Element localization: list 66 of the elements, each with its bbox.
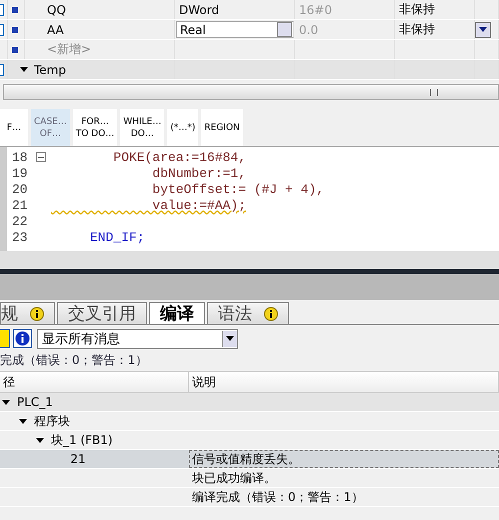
panel-tab[interactable]: 规 [0, 302, 55, 324]
retain-cell: 非保持 [399, 21, 435, 38]
list-icon[interactable] [277, 22, 292, 37]
snippet-button[interactable]: F… [0, 109, 28, 146]
code-line: END_IF; [89, 230, 145, 244]
message-row[interactable]: PLC_1 [0, 393, 499, 412]
path-text: 程序块 [34, 412, 70, 430]
section-name: Temp [34, 62, 66, 76]
message-row[interactable]: 编译完成（错误：0；警告：1） [0, 488, 499, 507]
line-number: 20 [11, 182, 29, 196]
snippet-button[interactable]: CASE… OF… [31, 109, 70, 146]
variable-name: AA [47, 22, 64, 36]
line-number: 22 [11, 214, 29, 228]
info-icon [30, 306, 44, 320]
expand-icon[interactable] [20, 67, 28, 72]
checkbox-icon[interactable] [0, 24, 4, 36]
info-filter-button[interactable] [13, 329, 32, 348]
snippet-button[interactable]: REGION [201, 109, 243, 146]
code-editor[interactable]: 18 POKE(area:=16#84, 19 dbNumber:=1, 20 byteOffset:= (#J + 4), 21 value:=#AA); 22 23 END_IF; [0, 147, 499, 251]
path-text: 块_1 (FB1) [51, 432, 113, 448]
info-icon [264, 306, 278, 320]
default-value: 0.0 [299, 22, 318, 36]
retain-cell: 非保持 [399, 1, 435, 18]
checkbox-icon[interactable] [0, 4, 4, 16]
code-line: value:=#AA); [151, 198, 246, 212]
line-number: 23 [11, 230, 29, 244]
path-text: 21 [69, 452, 87, 466]
panel-tab[interactable]: 交叉引用 [57, 302, 147, 324]
default-value: 16#0 [299, 2, 332, 16]
expand-icon[interactable] [19, 418, 27, 424]
panel-tab[interactable]: 编译 [149, 302, 205, 324]
message-filter-dropdown[interactable]: 显示所有消息 [37, 328, 238, 348]
type-cell: DWord [179, 2, 220, 16]
checkbox-icon[interactable] [0, 64, 4, 76]
line-number: 21 [11, 198, 29, 212]
line-number: 18 [11, 150, 29, 164]
message-text: 编译完成（错误：0；警告：1） [192, 488, 364, 506]
fold-icon[interactable] [36, 152, 46, 162]
compile-summary: 完成（错误：0；警告：1） [0, 352, 148, 369]
dropdown-button[interactable] [475, 22, 491, 38]
panel-tab[interactable]: 语法 [207, 302, 289, 324]
code-line: dbNumber:=1, [151, 166, 246, 180]
message-row[interactable]: 块已成功编译。 [0, 469, 499, 488]
message-row[interactable]: 程序块 [0, 412, 499, 431]
column-header[interactable]: 径 [0, 372, 189, 392]
path-text: PLC_1 [17, 395, 53, 409]
snippet-button[interactable]: (*…*) [167, 109, 198, 146]
expand-icon[interactable] [36, 438, 44, 442]
variable-icon [12, 46, 18, 52]
warning-filter-button[interactable] [0, 329, 10, 348]
snippet-button[interactable]: FOR… TO DO… [72, 109, 118, 146]
type-field[interactable]: Real [176, 21, 294, 38]
message-row[interactable]: 块_1 (FB1) [0, 431, 499, 450]
message-text: 信号或值精度丢失。 [192, 450, 300, 468]
variable-name: QQ [47, 2, 66, 16]
code-line: byteOffset:= (#J + 4), [151, 182, 324, 196]
message-text: 块已成功编译。 [192, 470, 276, 486]
line-number: 19 [11, 166, 29, 180]
variable-icon [12, 26, 18, 32]
code-line: POKE(area:=16#84, [112, 150, 246, 164]
horizontal-scrollbar[interactable] [3, 84, 499, 100]
column-header[interactable]: 说明 [189, 372, 499, 392]
message-row[interactable]: 21 信号或值精度丢失。 [0, 450, 499, 469]
variable-icon [12, 6, 18, 12]
expand-icon[interactable] [2, 400, 10, 404]
snippet-button[interactable]: WHILE… DO… [120, 109, 164, 146]
